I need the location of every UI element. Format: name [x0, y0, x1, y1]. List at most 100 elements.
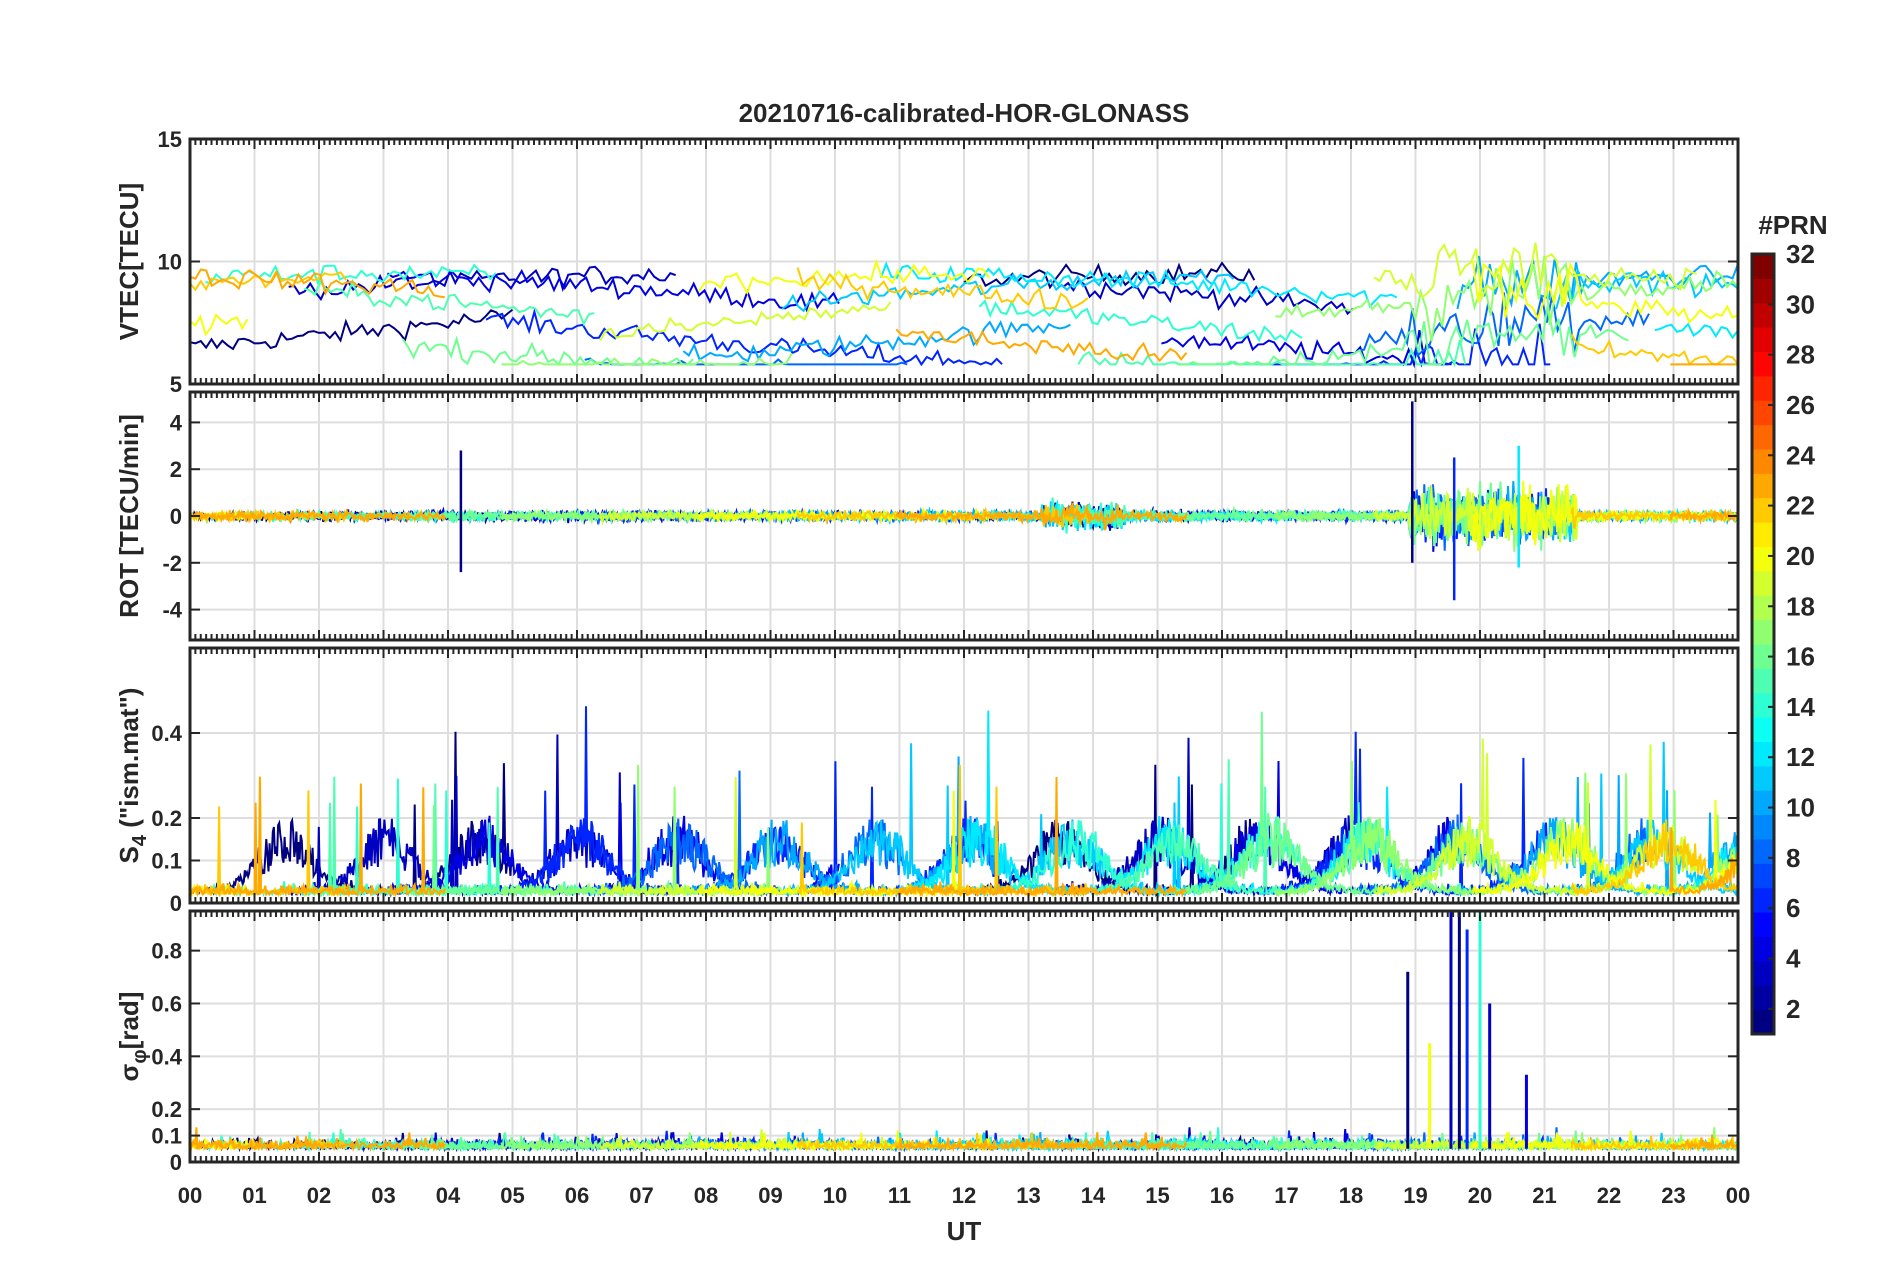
x-tick-label: 04 [436, 1183, 461, 1208]
x-tick-label: 11 [888, 1183, 911, 1208]
y-label-sub: φ [129, 1049, 151, 1063]
colorbar-step [1752, 863, 1774, 889]
colorbar-step [1752, 424, 1774, 450]
chart-title: 20210716-calibrated-HOR-GLONASS [739, 98, 1190, 128]
colorbar-step [1752, 278, 1774, 304]
panel-2: -4 -2 0 2 4 ROT [TECU/min] [114, 390, 1740, 642]
x-tick-labels: 00 01 02 03 04 05 06 07 08 09 10 11 12 13 14 15 16 17 18 19… [178, 1183, 1750, 1208]
colorbar-step [1752, 839, 1774, 864]
x-tick-label: 02 [307, 1183, 331, 1208]
y-tick-label: 0.4 [151, 721, 182, 746]
x-axis-label: UT [947, 1216, 982, 1246]
y-tick-label: 0.2 [151, 1097, 182, 1122]
x-tick-label: 00 [1726, 1183, 1750, 1208]
colorbar-step [1752, 473, 1774, 499]
colorbar-tick-label: 30 [1786, 289, 1815, 319]
colorbar-step [1752, 449, 1774, 474]
colorbar-tick-label: 20 [1786, 541, 1815, 571]
y-tick-label: 4 [170, 410, 183, 435]
x-tick-label: 21 [1532, 1183, 1556, 1208]
x-tick-label: 06 [565, 1183, 589, 1208]
y-axis-label: VTEC[TECU] [114, 183, 144, 340]
colorbar-step [1752, 912, 1774, 937]
x-tick-label: 03 [371, 1183, 395, 1208]
colorbar-step [1752, 717, 1774, 742]
colorbar-step [1752, 570, 1774, 596]
y-tick-label: 5 [170, 372, 182, 397]
colorbar-tick-label: 28 [1786, 340, 1815, 370]
y-axis-label: σφ[rad] [114, 992, 151, 1082]
colorbar: 2468101214161820222426283032 [1750, 239, 1815, 1036]
colorbar-tick-label: 4 [1786, 944, 1801, 974]
x-tick-label: 16 [1210, 1183, 1234, 1208]
colorbar-step [1752, 497, 1774, 523]
y-tick-label: 0.8 [151, 939, 182, 964]
y-tick-label: 0 [170, 891, 182, 916]
y-tick-label: 0.1 [151, 849, 182, 874]
y-tick-label: 10 [158, 250, 182, 275]
x-tick-label: 15 [1145, 1183, 1169, 1208]
y-label-rest: [rad] [114, 992, 144, 1050]
colorbar-step [1752, 302, 1774, 328]
panels: 51015VTEC[TECU]-4-2024ROT [TECU/min]00.1… [114, 127, 1740, 1175]
x-tick-label: 14 [1081, 1183, 1106, 1208]
colorbar-step [1752, 1009, 1774, 1035]
colorbar-tick-label: 32 [1786, 239, 1815, 269]
colorbar-tick-label: 16 [1786, 642, 1815, 672]
y-tick-label: -2 [162, 551, 182, 576]
x-tick-label: 20 [1468, 1183, 1492, 1208]
colorbar-tick-label: 8 [1786, 843, 1800, 873]
figure: 20210716-calibrated-HOR-GLONASS 5 10 15 VTE… [114, 98, 1828, 1246]
y-tick-label: -4 [162, 598, 182, 623]
y-label-main: S [114, 846, 144, 863]
colorbar-tick-label: 2 [1786, 994, 1800, 1024]
colorbar-tick-label: 12 [1786, 742, 1815, 772]
colorbar-tick-label: 6 [1786, 893, 1800, 923]
colorbar-step [1752, 619, 1774, 645]
y-tick-label: 0 [170, 504, 182, 529]
x-tick-label: 10 [823, 1183, 847, 1208]
y-tick-label: 0.6 [151, 991, 182, 1016]
colorbar-step [1752, 765, 1774, 791]
x-tick-label: 00 [178, 1183, 202, 1208]
colorbar-step [1752, 960, 1774, 986]
colorbar-step [1752, 522, 1774, 547]
colorbar-tick-label: 24 [1786, 440, 1815, 470]
panel-4: 00.10.2 0.4 0.6 0.8 σφ[rad] [114, 909, 1740, 1175]
panel-3: 0 0.1 0.2 0.4S4 ("ism.mat") [114, 646, 1740, 916]
colorbar-tick-label: 10 [1786, 793, 1815, 823]
panel-1: 5 10 15 VTEC[TECU] [114, 127, 1740, 397]
x-tick-label: 22 [1597, 1183, 1621, 1208]
x-tick-label: 12 [952, 1183, 976, 1208]
x-tick-label: 09 [758, 1183, 782, 1208]
colorbar-step [1752, 375, 1774, 401]
y-axis-label: S4 ("ism.mat") [114, 688, 151, 864]
y-tick-label: 15 [158, 127, 182, 152]
colorbar-label: #PRN [1758, 210, 1827, 240]
colorbar-tick-label: 18 [1786, 591, 1815, 621]
colorbar-step [1752, 327, 1774, 352]
y-tick-label: 0 [170, 1150, 182, 1175]
colorbar-step [1752, 814, 1774, 840]
colorbar-step [1752, 985, 1774, 1011]
colorbar-step [1752, 741, 1774, 767]
y-axis-label: ROT [TECU/min] [114, 414, 144, 618]
colorbar-step [1752, 790, 1774, 816]
colorbar-step [1752, 668, 1774, 694]
y-label-main: σ [114, 1063, 144, 1081]
y-tick-label: 0.4 [151, 1044, 182, 1069]
x-tick-label: 18 [1339, 1183, 1363, 1208]
colorbar-tick-label: 22 [1786, 491, 1815, 521]
colorbar-tick-label: 26 [1786, 390, 1815, 420]
colorbar-step [1752, 692, 1774, 718]
x-tick-label: 17 [1274, 1183, 1298, 1208]
colorbar-tick-label: 14 [1786, 692, 1815, 722]
y-tick-label: 0.2 [151, 806, 182, 831]
colorbar-step [1752, 254, 1774, 279]
colorbar-step [1752, 546, 1774, 572]
x-tick-label: 08 [694, 1183, 718, 1208]
x-tick-label: 05 [500, 1183, 524, 1208]
x-tick-label: 23 [1661, 1183, 1685, 1208]
x-tick-label: 13 [1016, 1183, 1040, 1208]
x-tick-label: 01 [242, 1183, 266, 1208]
